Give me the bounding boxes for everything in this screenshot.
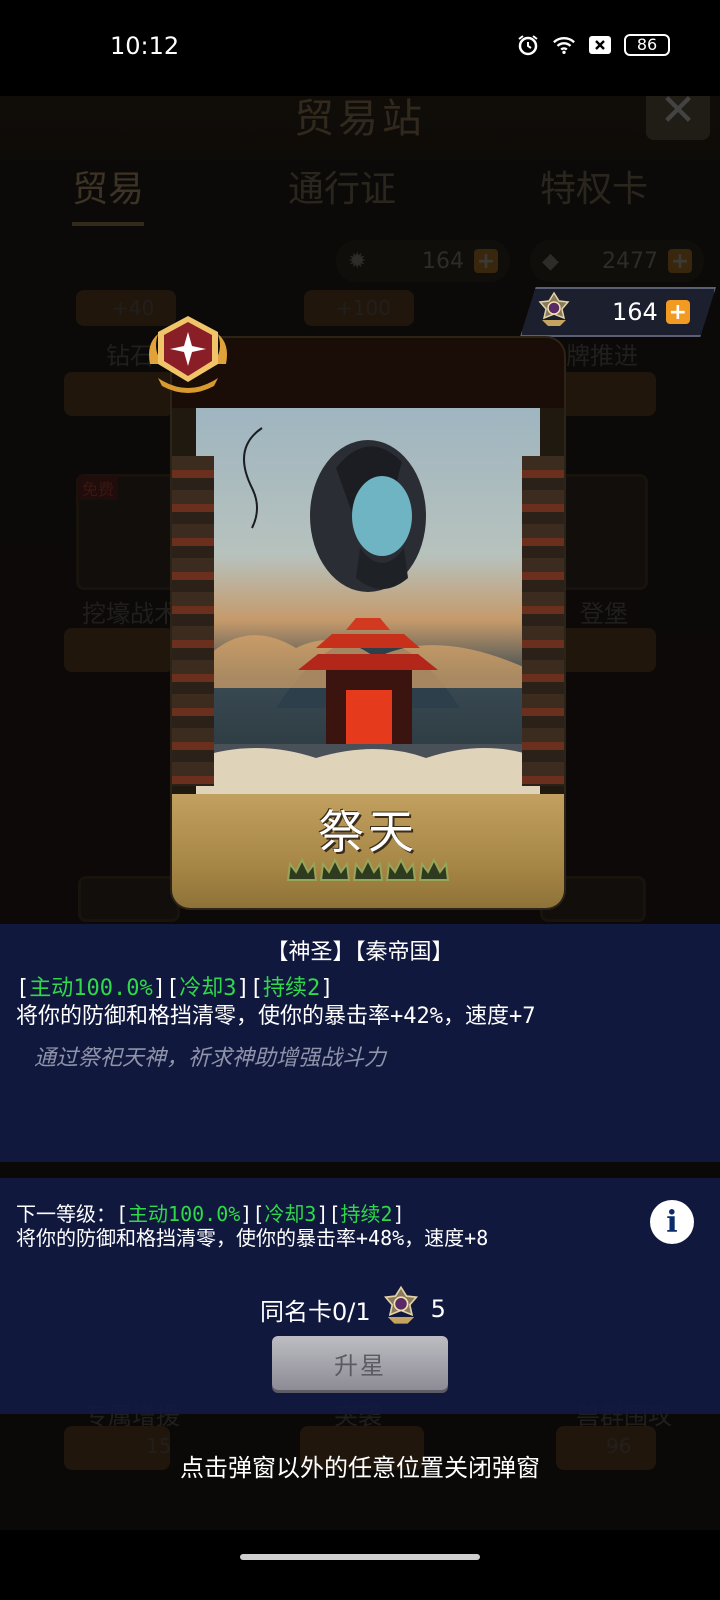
sim-off-icon [588, 33, 612, 57]
card-name: 祭天 [318, 805, 418, 859]
crown-icon [319, 857, 351, 881]
home-indicator[interactable] [240, 1554, 480, 1560]
crown-icon [418, 857, 450, 881]
card-artwork [196, 408, 540, 794]
navigation-bar [0, 1530, 720, 1600]
currency-value: 164 [612, 298, 658, 326]
alarm-icon [516, 33, 540, 57]
next-level-description: 将你的防御和格挡清零，使你的暴击率+48%，速度+8 [16, 1226, 489, 1250]
add-currency-button[interactable]: + [665, 300, 690, 325]
duplicate-cost: 5 [430, 1295, 446, 1323]
upgrade-star-button[interactable]: 升星 [272, 1336, 448, 1390]
card-pillar-right [522, 456, 564, 786]
currency-chip[interactable]: 164 + [520, 287, 716, 337]
rarity-badge-icon [140, 308, 236, 400]
battery-indicator: 86 [624, 34, 670, 56]
flavor-text: 通过祭祀天神，祈求神助增强战斗力 [34, 1046, 387, 1071]
crown-icon [352, 857, 384, 881]
status-icons: 86 [516, 33, 670, 57]
skill-card: 祭天 [172, 338, 564, 908]
medal-icon [534, 290, 574, 334]
crown-icon [385, 857, 417, 881]
card-pillar-left [172, 456, 214, 786]
skill-description: 将你的防御和格挡清零，使你的暴击率+42%，速度+7 [16, 1004, 536, 1029]
wifi-icon [552, 33, 576, 57]
close-hint: 点击弹窗以外的任意位置关闭弹窗 [180, 1454, 540, 1482]
status-bar: 10:12 86 [0, 0, 720, 96]
duplicate-card-row: 同名卡0/1 5 [260, 1284, 446, 1334]
info-icon: i [666, 1204, 678, 1240]
card-tags: 【神圣】【秦帝国】 [266, 940, 454, 965]
medal-icon [379, 1284, 423, 1334]
star-rating [284, 856, 452, 884]
crown-icon [286, 857, 318, 881]
status-time: 10:12 [110, 32, 180, 60]
info-button[interactable]: i [650, 1200, 694, 1244]
duplicate-label: 同名卡0/1 [260, 1297, 371, 1326]
